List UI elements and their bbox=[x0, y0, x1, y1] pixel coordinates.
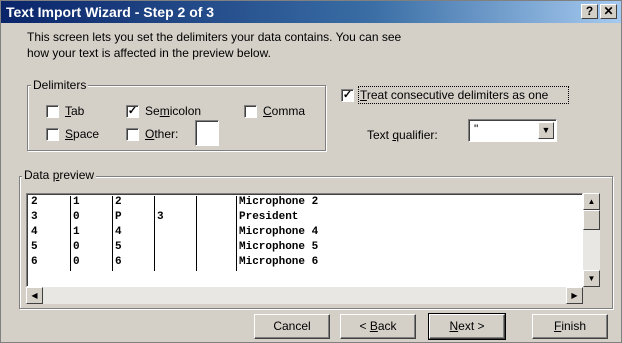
comma-checkbox[interactable] bbox=[244, 105, 257, 118]
text-qualifier-dropdown[interactable]: " ▼ bbox=[468, 119, 557, 142]
space-checkbox[interactable] bbox=[46, 128, 59, 141]
consecutive-delimiters-checkbox[interactable]: ✓ bbox=[341, 89, 354, 102]
table-cell: 3 bbox=[29, 211, 71, 226]
semicolon-checkbox[interactable]: ✓ bbox=[126, 105, 139, 118]
table-cell: 2 bbox=[29, 196, 71, 211]
cancel-button[interactable]: Cancel bbox=[254, 314, 330, 339]
table-cell: 0 bbox=[70, 211, 113, 226]
comma-label[interactable]: Comma bbox=[263, 104, 305, 118]
table-cell: President bbox=[236, 211, 541, 226]
next-button[interactable]: Next > bbox=[428, 313, 506, 340]
table-cell bbox=[196, 226, 237, 241]
table-cell: 2 bbox=[112, 196, 155, 211]
table-cell: Microphone 5 bbox=[236, 241, 541, 256]
table-cell bbox=[196, 211, 237, 226]
other-checkbox[interactable] bbox=[126, 128, 139, 141]
other-delimiter-input[interactable] bbox=[195, 120, 219, 146]
other-label[interactable]: Other: bbox=[145, 127, 178, 141]
table-cell: Microphone 6 bbox=[236, 256, 541, 271]
vertical-scrollbar[interactable]: ▲ ▼ bbox=[583, 193, 600, 287]
vertical-scroll-thumb[interactable] bbox=[583, 210, 600, 230]
table-cell: 4 bbox=[29, 226, 71, 241]
back-button[interactable]: < Back bbox=[340, 314, 416, 339]
table-cell: 4 bbox=[112, 226, 155, 241]
table-row: 4 1 4 Microphone 4 bbox=[29, 226, 541, 241]
tab-label[interactable]: Tab bbox=[65, 104, 84, 118]
table-cell bbox=[154, 256, 197, 271]
title-bar[interactable]: Text Import Wizard - Step 2 of 3 ? ✕ bbox=[1, 1, 621, 23]
scroll-left-icon[interactable]: ◀ bbox=[26, 287, 43, 304]
table-cell bbox=[196, 256, 237, 271]
table-cell: 1 bbox=[70, 196, 113, 211]
table-row: 5 0 5 Microphone 5 bbox=[29, 241, 541, 256]
scroll-down-icon[interactable]: ▼ bbox=[583, 270, 600, 287]
table-cell: 6 bbox=[29, 256, 71, 271]
tab-checkbox[interactable] bbox=[46, 105, 59, 118]
close-button[interactable]: ✕ bbox=[600, 4, 617, 19]
preview-table: 2 1 2 Microphone 2 3 0 P 3 President 4 1 4 Microphon… bbox=[29, 196, 541, 271]
scroll-up-icon[interactable]: ▲ bbox=[583, 193, 600, 210]
table-cell: 5 bbox=[29, 241, 71, 256]
table-cell bbox=[196, 241, 237, 256]
table-cell: 1 bbox=[70, 226, 113, 241]
table-cell: P bbox=[112, 211, 155, 226]
data-preview-grid[interactable]: 2 1 2 Microphone 2 3 0 P 3 President 4 1 4 Microphon… bbox=[26, 193, 583, 287]
table-cell bbox=[196, 196, 237, 211]
help-button[interactable]: ? bbox=[581, 4, 598, 19]
table-cell: 0 bbox=[70, 256, 113, 271]
finish-button[interactable]: Finish bbox=[532, 314, 608, 339]
intro-text: This screen lets you set the delimiters … bbox=[27, 29, 401, 61]
table-cell bbox=[154, 241, 197, 256]
intro-line-1: This screen lets you set the delimiters … bbox=[27, 30, 402, 44]
data-preview-legend: Data preview bbox=[22, 168, 97, 182]
scroll-right-icon[interactable]: ▶ bbox=[566, 287, 583, 304]
text-qualifier-value: " bbox=[474, 122, 479, 136]
space-label[interactable]: Space bbox=[65, 127, 99, 141]
intro-line-2: how your text is affected in the preview… bbox=[27, 46, 271, 60]
table-cell: Microphone 4 bbox=[236, 226, 541, 241]
table-cell bbox=[154, 226, 197, 241]
table-cell: 5 bbox=[112, 241, 155, 256]
table-cell bbox=[154, 196, 197, 211]
table-cell: 3 bbox=[154, 211, 197, 226]
delimiters-group bbox=[27, 85, 326, 151]
table-cell: 6 bbox=[112, 256, 155, 271]
window-title: Text Import Wizard - Step 2 of 3 bbox=[6, 4, 215, 20]
semicolon-label[interactable]: Semicolon bbox=[145, 104, 201, 118]
table-row: 6 0 6 Microphone 6 bbox=[29, 256, 541, 271]
table-cell: 0 bbox=[70, 241, 113, 256]
horizontal-scrollbar[interactable]: ◀ ▶ bbox=[26, 287, 583, 304]
chevron-down-icon[interactable]: ▼ bbox=[538, 122, 554, 139]
text-import-wizard-dialog: Text Import Wizard - Step 2 of 3 ? ✕ Thi… bbox=[0, 0, 622, 343]
table-row: 2 1 2 Microphone 2 bbox=[29, 196, 541, 211]
delimiters-legend: Delimiters bbox=[31, 78, 89, 92]
table-row: 3 0 P 3 President bbox=[29, 211, 541, 226]
table-cell: Microphone 2 bbox=[236, 196, 541, 211]
text-qualifier-label: Text qualifier: bbox=[367, 128, 438, 142]
consecutive-delimiters-label[interactable]: Treat consecutive delimiters as one bbox=[360, 88, 548, 102]
